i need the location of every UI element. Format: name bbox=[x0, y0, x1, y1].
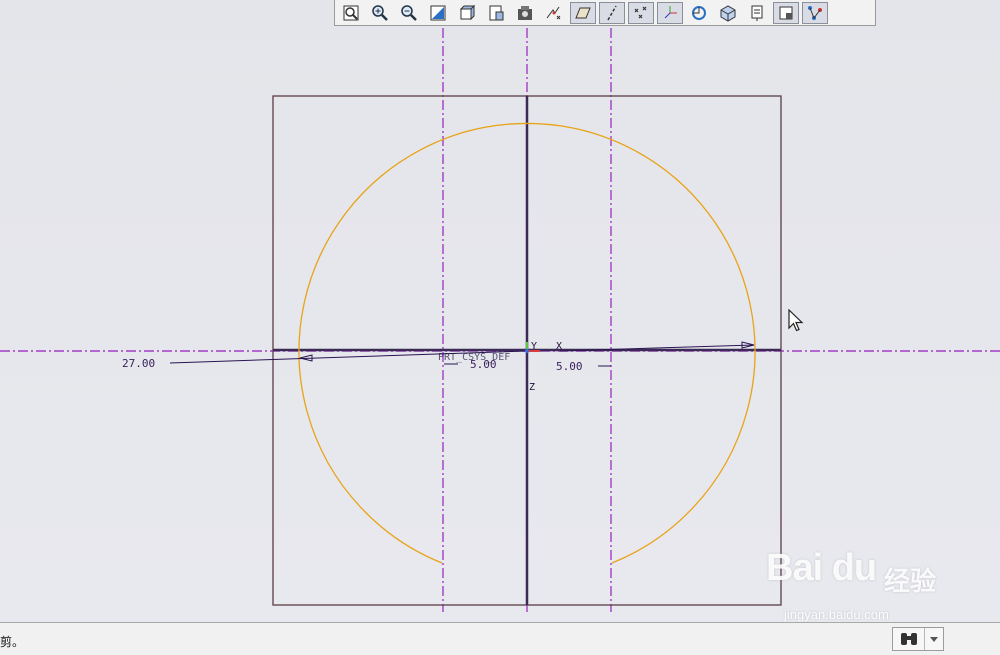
constraints-display-button[interactable] bbox=[802, 1, 828, 24]
sketch-view-icon bbox=[751, 5, 763, 21]
datum-axis-display-button[interactable] bbox=[599, 1, 625, 24]
display-style-icon bbox=[546, 6, 561, 19]
sketch-view-button[interactable] bbox=[744, 2, 770, 24]
saved-views-icon bbox=[489, 5, 504, 20]
status-bar: 剪。 bbox=[0, 622, 1000, 655]
view-manager-button[interactable] bbox=[512, 2, 538, 24]
csys-origin bbox=[524, 348, 530, 354]
zoom-out-icon bbox=[401, 4, 417, 21]
refit-icon bbox=[343, 5, 359, 20]
watermark-brand: Bai du bbox=[766, 547, 877, 589]
watermark-url: jingyan.baidu.com bbox=[784, 607, 889, 622]
repaint-button[interactable] bbox=[425, 2, 451, 24]
selection-filter[interactable] bbox=[892, 627, 944, 651]
spin-center-button[interactable] bbox=[686, 2, 712, 24]
chevron-down-icon[interactable] bbox=[924, 628, 943, 650]
csys-display-button[interactable] bbox=[657, 1, 683, 24]
dimension-radius-text[interactable]: 27.00 bbox=[122, 357, 155, 370]
point-display-button[interactable] bbox=[628, 1, 654, 24]
view-manager-icon bbox=[518, 5, 532, 20]
datum-plane-display-icon bbox=[575, 7, 591, 18]
view-orient-button[interactable] bbox=[454, 2, 480, 24]
spin-center-icon bbox=[692, 5, 706, 20]
csys-display-icon bbox=[664, 5, 677, 18]
sketcher-display-button[interactable] bbox=[773, 1, 799, 24]
view-orient-icon bbox=[459, 4, 476, 20]
mouse-pointer-icon bbox=[788, 309, 804, 332]
display-style-button[interactable] bbox=[541, 2, 567, 24]
view-toolbar bbox=[334, 0, 876, 26]
saved-views-button[interactable] bbox=[483, 2, 509, 24]
dimension-offset-right-text[interactable]: 5.00 bbox=[556, 360, 583, 373]
datum-plane-display-button[interactable] bbox=[570, 1, 596, 24]
watermark-suffix: 经验 bbox=[884, 566, 937, 596]
csys-label: PRT_CSYS_DEF bbox=[438, 352, 510, 363]
refit-button[interactable] bbox=[338, 2, 364, 24]
zoom-out-button[interactable] bbox=[396, 2, 422, 24]
datum-axis-display-icon bbox=[607, 5, 617, 20]
axis-label-y: Y bbox=[531, 341, 537, 352]
repaint-icon bbox=[430, 5, 446, 20]
zoom-in-button[interactable] bbox=[367, 2, 393, 24]
zoom-in-icon bbox=[372, 4, 388, 21]
3d-view-icon bbox=[720, 4, 736, 22]
sketch-canvas[interactable]: 27.00 5.00 5.00 PRT_CSYS_DEF Y X Z bbox=[0, 0, 1000, 622]
constraints-display-icon bbox=[808, 5, 822, 20]
status-message: 剪。 bbox=[0, 635, 25, 649]
axis-label-z: Z bbox=[529, 382, 535, 393]
sketcher-display-icon bbox=[779, 6, 793, 19]
point-display-icon bbox=[634, 6, 647, 18]
axis-label-x: X bbox=[556, 341, 562, 352]
binoculars-icon[interactable] bbox=[893, 631, 924, 647]
3d-view-button[interactable] bbox=[715, 2, 741, 24]
